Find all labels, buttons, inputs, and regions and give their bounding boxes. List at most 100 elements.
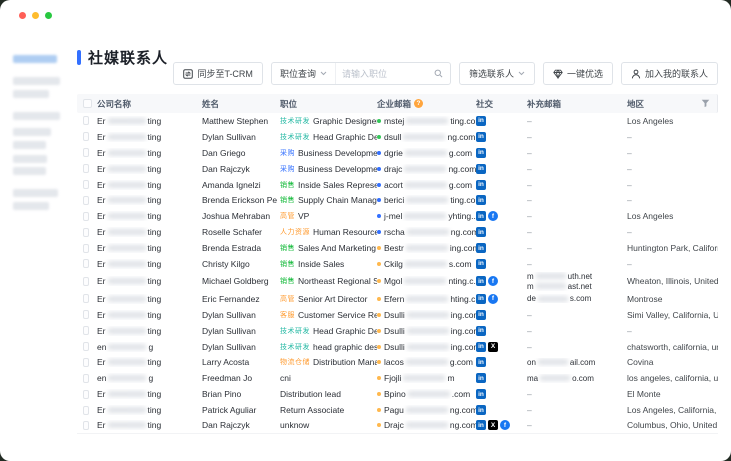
email-status-dot	[377, 167, 381, 171]
linkedin-icon[interactable]: in	[476, 227, 486, 237]
row-checkbox-cell	[77, 116, 97, 125]
window-controls	[19, 12, 52, 19]
row-checkbox[interactable]	[83, 374, 89, 383]
row-checkbox[interactable]	[83, 310, 89, 319]
one-click-optimize-label: 一键优选	[567, 67, 603, 80]
filter-funnel-icon[interactable]	[701, 94, 710, 113]
filter-contacts-dropdown[interactable]: 筛选联系人	[459, 62, 535, 85]
position-cell: 技术研发head graphic design...	[280, 342, 377, 352]
row-checkbox[interactable]	[83, 164, 89, 173]
linkedin-icon[interactable]: in	[476, 310, 486, 320]
email-status-dot	[377, 360, 381, 364]
company-email: acortg.com	[377, 180, 476, 190]
sync-to-tcrm-button[interactable]: 同步至T-CRM	[173, 62, 263, 85]
add-to-my-contacts-button[interactable]: 加入我的联系人	[621, 62, 718, 85]
row-checkbox[interactable]	[83, 390, 89, 399]
row-checkbox[interactable]	[83, 259, 89, 268]
linkedin-icon[interactable]: in	[476, 326, 486, 336]
facebook-icon[interactable]: f	[488, 276, 498, 286]
select-all-checkbox[interactable]	[83, 99, 92, 108]
no-extra-email: –	[527, 326, 621, 336]
row-checkbox[interactable]	[83, 228, 89, 237]
row-checkbox[interactable]	[83, 116, 89, 125]
row-checkbox[interactable]	[83, 358, 89, 367]
no-region: –	[627, 195, 632, 205]
linkedin-icon[interactable]: in	[476, 211, 486, 221]
linkedin-icon[interactable]: in	[476, 259, 486, 269]
company-email: bericiting.com	[377, 195, 476, 205]
close-window-icon[interactable]	[19, 12, 26, 19]
linkedin-icon[interactable]: in	[476, 342, 486, 352]
social-icons: in	[476, 357, 527, 367]
email-help-icon[interactable]: ?	[414, 99, 423, 108]
position-search-box	[336, 63, 450, 84]
search-icon[interactable]	[434, 69, 443, 78]
linkedin-icon[interactable]: in	[476, 243, 486, 253]
linkedin-icon[interactable]: in	[476, 148, 486, 158]
linkedin-icon[interactable]: in	[476, 116, 486, 126]
social-icons: in	[476, 259, 527, 269]
redacted-text	[405, 261, 447, 267]
row-checkbox[interactable]	[83, 132, 89, 141]
linkedin-icon[interactable]: in	[476, 195, 486, 205]
linkedin-icon[interactable]: in	[476, 164, 486, 174]
zoom-window-icon[interactable]	[45, 12, 52, 19]
row-checkbox[interactable]	[83, 148, 89, 157]
position-tag: 技术研发	[280, 342, 310, 352]
row-checkbox[interactable]	[83, 212, 89, 221]
sidebar-item[interactable]	[13, 90, 49, 98]
row-checkbox[interactable]	[83, 406, 89, 415]
row-checkbox[interactable]	[83, 196, 89, 205]
row-checkbox[interactable]	[83, 421, 89, 430]
row-checkbox[interactable]	[83, 277, 89, 286]
row-checkbox[interactable]	[83, 294, 89, 303]
linkedin-icon[interactable]: in	[476, 132, 486, 142]
region-cell: –	[627, 148, 718, 158]
position-cell: cni	[280, 373, 377, 383]
linkedin-icon[interactable]: in	[476, 420, 486, 430]
row-checkbox[interactable]	[83, 180, 89, 189]
sync-icon	[183, 69, 193, 79]
x-icon[interactable]: X	[488, 342, 498, 352]
row-checkbox[interactable]	[83, 342, 89, 351]
linkedin-icon[interactable]: in	[476, 276, 486, 286]
one-click-optimize-button[interactable]: 一键优选	[543, 62, 613, 85]
x-icon[interactable]: X	[488, 420, 498, 430]
linkedin-icon[interactable]: in	[476, 180, 486, 190]
linkedin-icon[interactable]: in	[476, 405, 486, 415]
position-cell: 高管VP	[280, 211, 377, 221]
minimize-window-icon[interactable]	[32, 12, 39, 19]
facebook-icon[interactable]: f	[500, 420, 510, 430]
redacted-text	[108, 359, 146, 365]
position-tag: 销售	[280, 276, 295, 286]
table-row: ErtingPatrick AguliarReturn AssociatePag…	[77, 402, 718, 418]
linkedin-icon[interactable]: in	[476, 373, 486, 383]
sidebar-item[interactable]	[13, 167, 46, 175]
row-checkbox[interactable]	[83, 326, 89, 335]
sidebar-item-active[interactable]	[13, 55, 57, 63]
sidebar-item[interactable]	[13, 77, 60, 85]
linkedin-icon[interactable]: in	[476, 389, 486, 399]
sidebar-item[interactable]	[13, 141, 46, 149]
position-query-dropdown[interactable]: 职位查询	[272, 63, 336, 84]
email-status-dot	[377, 279, 381, 283]
sidebar-item[interactable]	[13, 128, 51, 136]
table-row: ErtingEric Fernandez高管Senior Art Directo…	[77, 291, 718, 307]
position-cell: Return Associate	[280, 405, 377, 415]
facebook-icon[interactable]: f	[488, 294, 498, 304]
position-search-input[interactable]	[338, 69, 434, 79]
sidebar-item[interactable]	[13, 202, 49, 210]
sidebar-item[interactable]	[13, 112, 60, 120]
table-row: ErtingJoshua Mehraban高管VPj-melyhting...i…	[77, 208, 718, 224]
position-cell: 销售Sales And Marketing Sp...	[280, 243, 377, 253]
position-tag: 技术研发	[280, 326, 310, 336]
no-region: –	[627, 227, 632, 237]
linkedin-icon[interactable]: in	[476, 294, 486, 304]
row-checkbox[interactable]	[83, 244, 89, 253]
facebook-icon[interactable]: f	[488, 211, 498, 221]
sidebar-item[interactable]	[13, 189, 58, 197]
sidebar-item[interactable]	[13, 155, 47, 163]
linkedin-icon[interactable]: in	[476, 357, 486, 367]
contact-name: Dylan Sullivan	[202, 326, 280, 336]
social-icons: in	[476, 326, 527, 336]
